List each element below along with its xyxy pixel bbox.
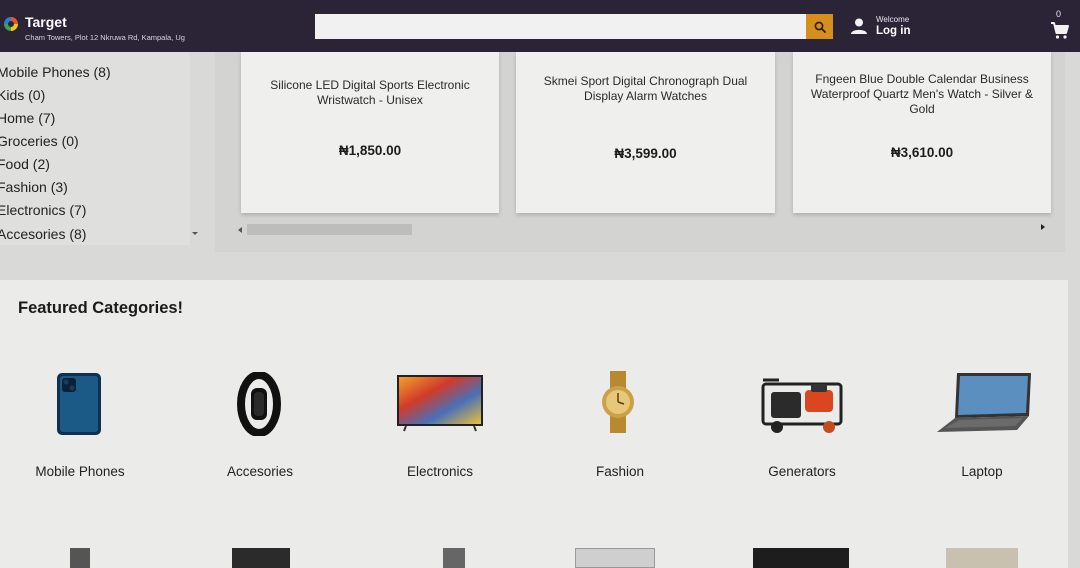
top-header: Target Cham Towers, Plot 12 Nkruwa Rd, K… [0,0,1080,52]
smartwatch-band-icon[interactable] [236,372,282,436]
user-icon[interactable] [849,16,869,36]
product-title[interactable]: Skmei Sport Digital Chronograph Dual Dis… [526,74,765,104]
featured-item-image[interactable] [232,548,290,568]
carousel-scrollbar-thumb[interactable] [247,224,412,235]
featured-categories-section [0,280,1068,568]
brand-name[interactable]: Target [25,14,67,30]
featured-item-image[interactable] [70,548,90,568]
featured-category-label[interactable]: Mobile Phones [5,464,155,479]
featured-item-image[interactable] [753,548,849,568]
sidebar-item-groceries[interactable]: Groceries (0) [0,133,79,149]
target-logo-icon[interactable] [3,16,19,32]
featured-item-image[interactable] [443,548,465,568]
featured-category-label[interactable]: Accesories [185,464,335,479]
sidebar-item-food[interactable]: Food (2) [0,156,50,172]
sidebar-item-fashion[interactable]: Fashion (3) [0,179,68,195]
product-title[interactable]: Silicone LED Digital Sports Electronic W… [251,78,489,108]
featured-category-label[interactable]: Generators [727,464,877,479]
product-card[interactable]: Silicone LED Digital Sports Electronic W… [241,52,499,213]
generator-icon[interactable] [759,372,845,434]
carousel-scroll-right-icon[interactable] [1041,224,1045,230]
search-icon [814,21,826,33]
product-title[interactable]: Fngeen Blue Double Calendar Business Wat… [803,72,1041,117]
sidebar-scroll-down-icon[interactable] [192,232,198,235]
sidebar-item-accesories[interactable]: Accesories (8) [0,226,86,242]
search-input[interactable] [315,14,806,39]
cart-icon[interactable] [1050,21,1070,40]
store-address: Cham Towers, Plot 12 Nkruwa Rd, Kampala,… [25,33,185,42]
product-price: ₦3,599.00 [614,146,677,161]
featured-item-image[interactable] [575,548,655,568]
featured-item-image[interactable] [946,548,1018,568]
sidebar-item-home[interactable]: Home (7) [0,110,55,126]
product-card[interactable]: Fngeen Blue Double Calendar Business Wat… [793,52,1051,213]
featured-category-label[interactable]: Laptop [907,464,1057,479]
cart-count-badge: 0 [1056,9,1062,19]
tv-icon[interactable] [396,374,484,432]
product-price: ₦1,850.00 [338,143,402,158]
search-button[interactable] [806,14,833,39]
carousel-scroll-left-icon[interactable] [238,227,242,233]
section-title: Featured Categories! [18,299,184,317]
smartphone-icon[interactable] [55,372,103,436]
sidebar-item-kids[interactable]: Kids (0) [0,87,45,103]
laptop-icon[interactable] [935,372,1033,434]
featured-category-label[interactable]: Fashion [545,464,695,479]
welcome-text: Welcome [876,15,910,24]
login-link[interactable]: Log in [876,25,911,37]
sidebar-item-electronics[interactable]: Electronics (7) [0,202,86,218]
featured-category-label[interactable]: Electronics [365,464,515,479]
wristwatch-icon[interactable] [600,370,636,434]
product-card[interactable]: Skmei Sport Digital Chronograph Dual Dis… [516,52,775,213]
product-price: ₦3,610.00 [890,145,954,160]
sidebar-item-mobile-phones[interactable]: Mobile Phones (8) [0,64,111,80]
